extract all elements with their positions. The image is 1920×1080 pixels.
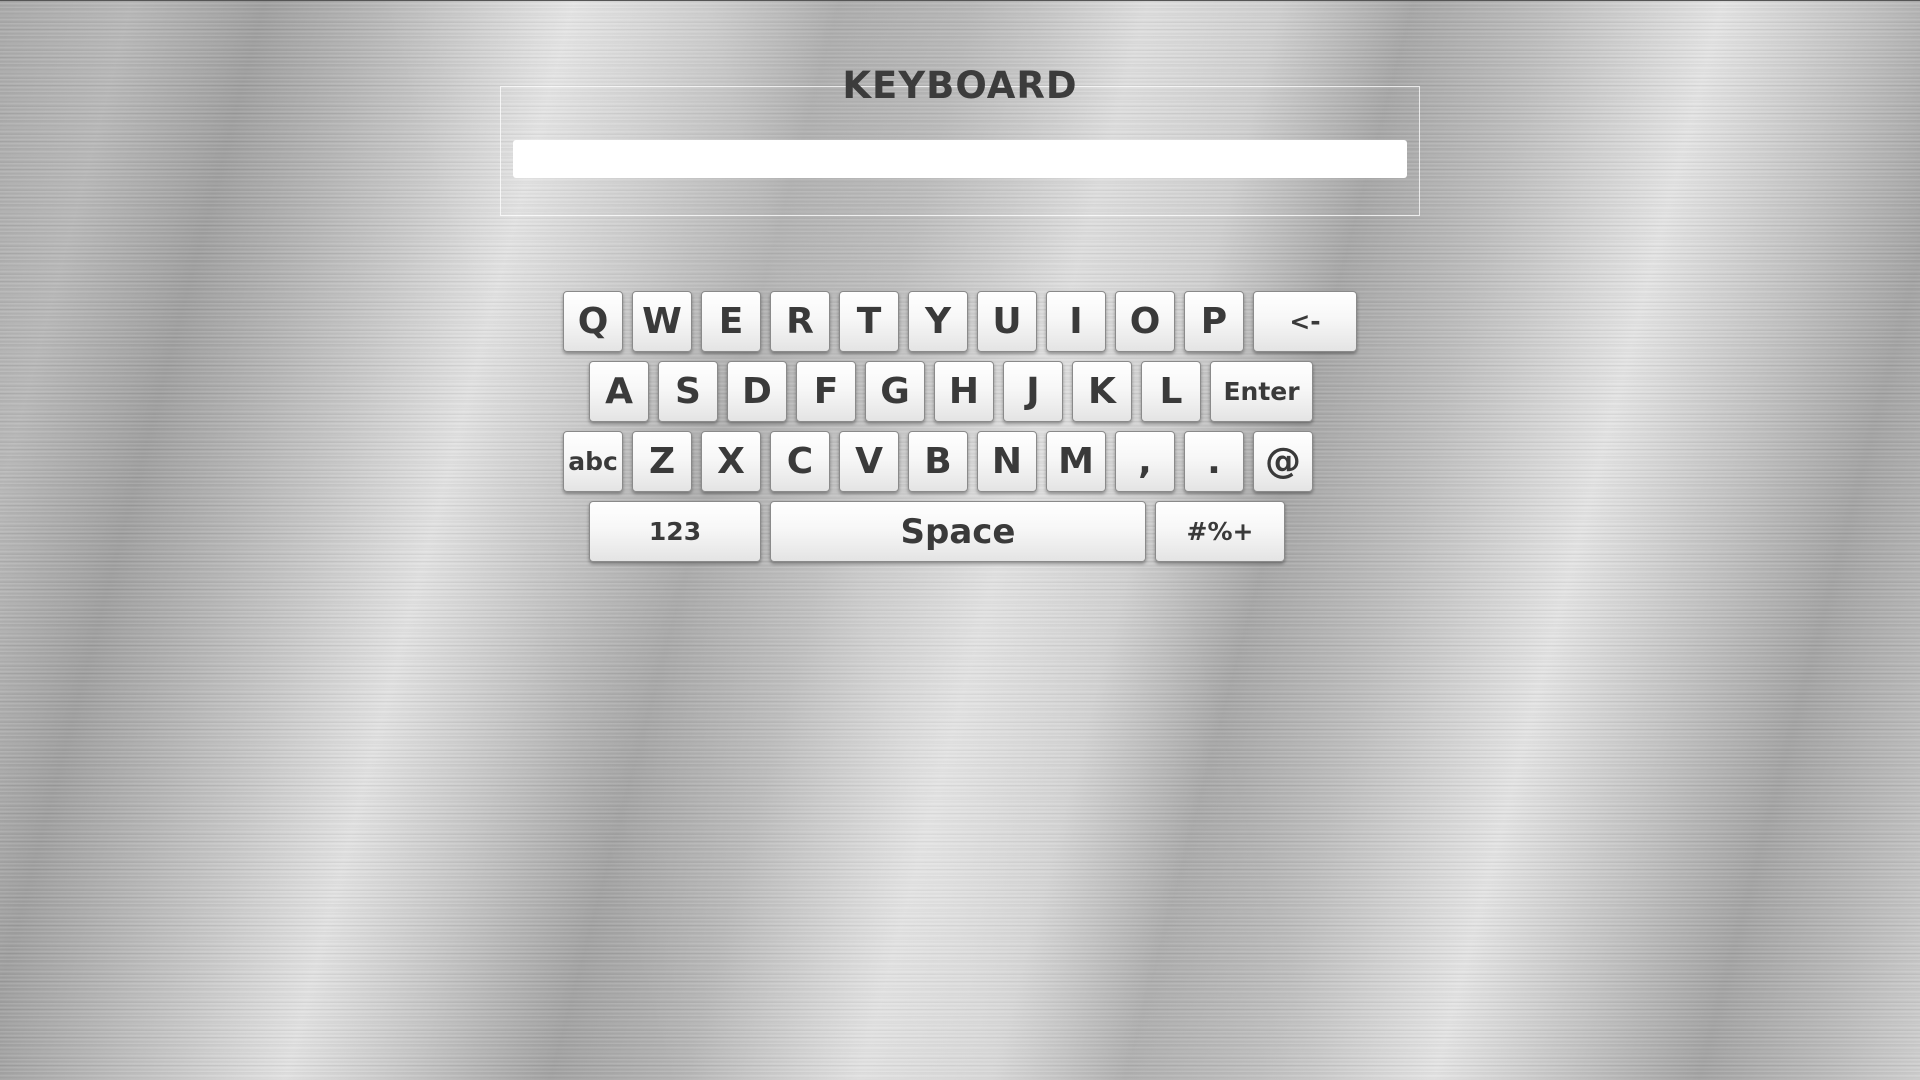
key-u[interactable]: U: [977, 291, 1037, 352]
panel-title: KEYBOARD: [501, 65, 1419, 107]
key-z[interactable]: Z: [632, 431, 692, 492]
key-y[interactable]: Y: [908, 291, 968, 352]
symbols-key[interactable]: #%+: [1155, 501, 1285, 562]
key-v[interactable]: V: [839, 431, 899, 492]
key-g[interactable]: G: [865, 361, 925, 422]
backspace-key[interactable]: <-: [1253, 291, 1357, 352]
key-k[interactable]: K: [1072, 361, 1132, 422]
key-m[interactable]: M: [1046, 431, 1106, 492]
key-s[interactable]: S: [658, 361, 718, 422]
key-c[interactable]: C: [770, 431, 830, 492]
key-h[interactable]: H: [934, 361, 994, 422]
key-q[interactable]: Q: [563, 291, 623, 352]
key-d[interactable]: D: [727, 361, 787, 422]
key-o[interactable]: O: [1115, 291, 1175, 352]
key-r[interactable]: R: [770, 291, 830, 352]
keyboard-title: KEYBOARD: [842, 64, 1078, 107]
key-t[interactable]: T: [839, 291, 899, 352]
abc-key[interactable]: abc: [563, 431, 623, 492]
key-j[interactable]: J: [1003, 361, 1063, 422]
key-comma[interactable]: ,: [1115, 431, 1175, 492]
key-at[interactable]: @: [1253, 431, 1313, 492]
key-n[interactable]: N: [977, 431, 1037, 492]
key-f[interactable]: F: [796, 361, 856, 422]
key-w[interactable]: W: [632, 291, 692, 352]
numbers-key[interactable]: 123: [589, 501, 761, 562]
text-input[interactable]: [513, 140, 1407, 178]
input-panel: KEYBOARD: [500, 65, 1420, 216]
key-l[interactable]: L: [1141, 361, 1201, 422]
enter-key[interactable]: Enter: [1210, 361, 1313, 422]
key-x[interactable]: X: [701, 431, 761, 492]
key-b[interactable]: B: [908, 431, 968, 492]
key-period[interactable]: .: [1184, 431, 1244, 492]
space-key[interactable]: Space: [770, 501, 1146, 562]
key-e[interactable]: E: [701, 291, 761, 352]
key-a[interactable]: A: [589, 361, 649, 422]
key-p[interactable]: P: [1184, 291, 1244, 352]
top-border: [0, 0, 1920, 1]
key-i[interactable]: I: [1046, 291, 1106, 352]
